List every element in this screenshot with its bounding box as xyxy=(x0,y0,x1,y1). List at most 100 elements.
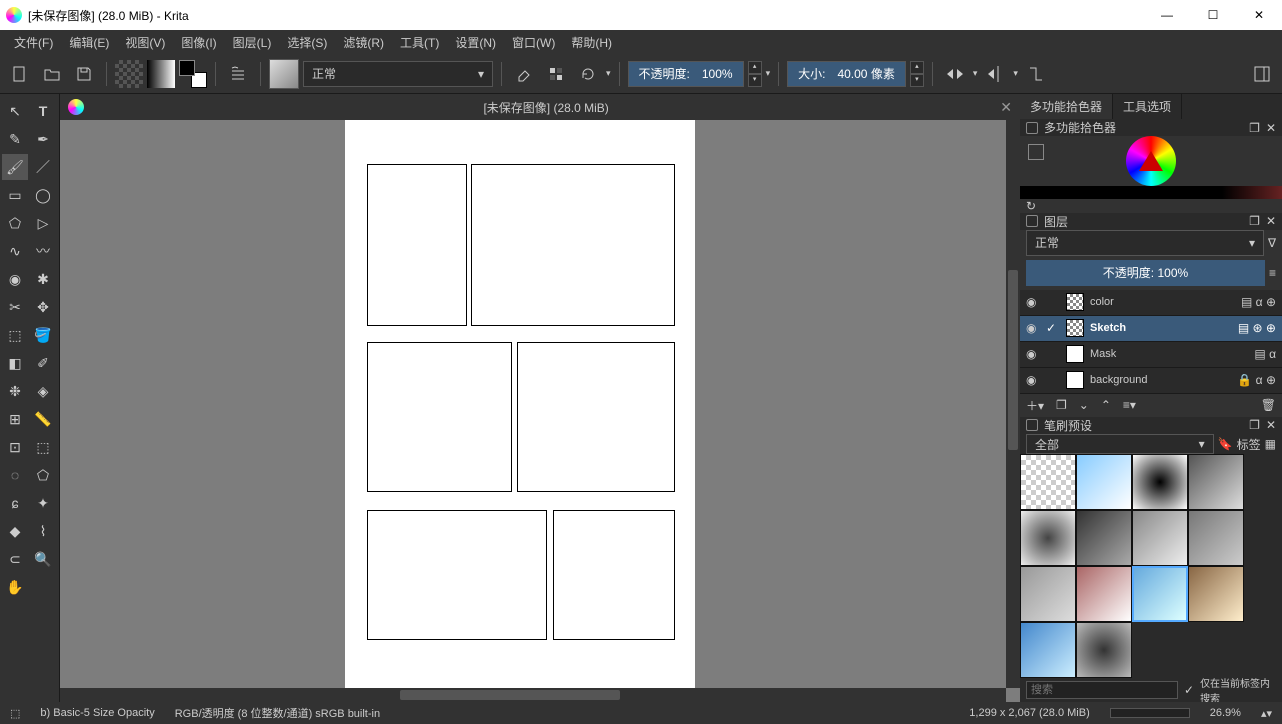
view-mode-icon[interactable]: ▦ xyxy=(1265,437,1276,451)
brush-preset[interactable] xyxy=(1020,566,1076,622)
pattern-tool[interactable]: ❉ xyxy=(2,378,28,404)
line-tool[interactable]: ／ xyxy=(30,154,56,180)
close-panel-icon[interactable]: ✕ xyxy=(1266,214,1276,228)
visibility-icon[interactable]: ◉ xyxy=(1026,347,1040,361)
menu-tools[interactable]: 工具(T) xyxy=(394,32,445,53)
assistant-tool[interactable]: ⊞ xyxy=(2,406,28,432)
brush-preset-thumb[interactable] xyxy=(269,59,299,89)
layer-row[interactable]: ◉ color ▤ α ⊕ xyxy=(1020,290,1282,316)
ellipse-select-tool[interactable]: ◌ xyxy=(2,462,28,488)
brush-preset[interactable] xyxy=(1076,566,1132,622)
pan-tool[interactable]: ✋ xyxy=(2,574,28,600)
zoom-spinner[interactable]: ▴▾ xyxy=(1261,707,1272,720)
checkbox-icon[interactable]: ✓ xyxy=(1184,683,1194,697)
fill-tool[interactable]: 🪣 xyxy=(30,322,56,348)
close-button[interactable]: ✕ xyxy=(1236,0,1282,30)
float-icon[interactable]: ❐ xyxy=(1249,418,1260,432)
close-panel-icon[interactable]: ✕ xyxy=(1266,418,1276,432)
checkbox-icon[interactable]: ✓ xyxy=(1046,321,1060,335)
move-up-icon[interactable]: ⌃ xyxy=(1101,398,1111,412)
chevron-down-icon[interactable]: ▾ xyxy=(766,68,771,79)
layer-blend-combo[interactable]: 正常▾ xyxy=(1026,230,1264,256)
pattern-swatch[interactable] xyxy=(115,60,143,88)
text-tool[interactable]: T xyxy=(30,98,56,124)
layer-row[interactable]: ◉ background 🔒 α ⊕ xyxy=(1020,368,1282,394)
delete-layer-icon[interactable]: 🗑 xyxy=(1261,398,1276,412)
move-tool[interactable]: ✥ xyxy=(30,294,56,320)
menu-settings[interactable]: 设置(N) xyxy=(449,32,502,53)
contiguous-select-tool[interactable]: ✦ xyxy=(30,490,56,516)
refresh-icon[interactable]: ↻ xyxy=(1026,199,1036,213)
layer-menu-icon[interactable]: ≡▾ xyxy=(1123,398,1136,412)
lock-icon[interactable] xyxy=(1026,419,1038,431)
chevron-down-icon[interactable]: ▾ xyxy=(606,68,611,79)
smart-fill-tool[interactable]: ◈ xyxy=(30,378,56,404)
layer-props-icon[interactable]: ▤ α xyxy=(1254,347,1276,361)
similar-select-tool[interactable]: ◆ xyxy=(2,518,28,544)
menu-help[interactable]: 帮助(H) xyxy=(565,32,618,53)
menu-layer[interactable]: 图层(L) xyxy=(227,32,278,53)
brush-tool[interactable]: 🖌 xyxy=(2,154,28,180)
visibility-icon[interactable]: ◉ xyxy=(1026,373,1040,387)
ellipse-tool[interactable]: ◯ xyxy=(30,182,56,208)
layer-row[interactable]: ◉ ✓ Sketch ▤ ⊛ ⊕ xyxy=(1020,316,1282,342)
brush-preset[interactable] xyxy=(1020,454,1076,510)
layer-props-icon[interactable]: ▤ α ⊕ xyxy=(1241,295,1276,309)
gradient-tool[interactable]: ◧ xyxy=(2,350,28,376)
brush-preset[interactable] xyxy=(1076,510,1132,566)
blend-mode-combo[interactable]: 正常▾ xyxy=(303,61,493,87)
bookmark-icon[interactable]: 🔖 xyxy=(1218,437,1233,451)
wrap-icon[interactable] xyxy=(1022,60,1050,88)
float-icon[interactable]: ❐ xyxy=(1249,121,1260,135)
brush-settings-icon[interactable] xyxy=(224,60,252,88)
edit-shape-tool[interactable]: ✎ xyxy=(2,126,28,152)
color-history[interactable] xyxy=(1020,186,1282,198)
fg-bg-swatch[interactable] xyxy=(179,60,207,88)
layer-opacity-slider[interactable]: 不透明度: 100% xyxy=(1026,260,1265,286)
workspace-icon[interactable] xyxy=(1248,60,1276,88)
tag-combo[interactable]: 全部▾ xyxy=(1026,434,1214,454)
polygon-select-tool[interactable]: ⬠ xyxy=(30,462,56,488)
menu-edit[interactable]: 编辑(E) xyxy=(63,32,115,53)
move-down-icon[interactable]: ⌄ xyxy=(1079,398,1089,412)
add-layer-icon[interactable]: ＋▾ xyxy=(1026,397,1044,414)
brush-preset[interactable] xyxy=(1188,510,1244,566)
bezier-tool[interactable]: ∿ xyxy=(2,238,28,264)
size-slider[interactable]: 大小: 40.00 像素 xyxy=(787,61,906,87)
chevron-down-icon[interactable]: ▾ xyxy=(1013,68,1018,79)
color-config-icon[interactable] xyxy=(1028,144,1044,160)
gradient-swatch[interactable] xyxy=(147,60,175,88)
brush-preset[interactable] xyxy=(1076,454,1132,510)
new-file-icon[interactable] xyxy=(6,60,34,88)
select-tool[interactable]: ↖ xyxy=(2,98,28,124)
color-wheel[interactable] xyxy=(1020,136,1282,186)
brush-preset[interactable] xyxy=(1188,454,1244,510)
brush-preset[interactable] xyxy=(1132,454,1188,510)
freehand-path-tool[interactable]: 〰 xyxy=(30,238,56,264)
rect-select-tool[interactable]: ⬚ xyxy=(30,434,56,460)
menu-window[interactable]: 窗口(W) xyxy=(506,32,561,53)
canvas-viewport[interactable] xyxy=(60,120,1020,702)
transform-tool[interactable]: ⬚ xyxy=(2,322,28,348)
menu-icon[interactable]: ≡ xyxy=(1269,266,1276,280)
freehand-select-tool[interactable]: ɕ xyxy=(2,490,28,516)
close-panel-icon[interactable]: ✕ xyxy=(1266,121,1276,135)
mirror-h-icon[interactable] xyxy=(941,60,969,88)
lock-icon[interactable] xyxy=(1026,215,1038,227)
mirror-v-icon[interactable] xyxy=(981,60,1009,88)
tab-tool-options[interactable]: 工具选项 xyxy=(1113,94,1182,119)
brush-preset[interactable] xyxy=(1188,566,1244,622)
chevron-down-icon[interactable]: ▾ xyxy=(973,68,978,79)
select-mode-icon[interactable]: ⬚ xyxy=(10,707,20,720)
maximize-button[interactable]: ☐ xyxy=(1190,0,1236,30)
layer-row[interactable]: ◉ Mask ▤ α xyxy=(1020,342,1282,368)
brush-preset[interactable] xyxy=(1020,510,1076,566)
horizontal-scrollbar[interactable] xyxy=(60,688,1006,702)
layer-props-icon[interactable]: ▤ ⊛ ⊕ xyxy=(1238,321,1276,335)
polyline-tool[interactable]: ▷ xyxy=(30,210,56,236)
alpha-lock-icon[interactable] xyxy=(542,60,570,88)
open-file-icon[interactable] xyxy=(38,60,66,88)
measure-tool[interactable]: 📏 xyxy=(30,406,56,432)
tab-color-picker[interactable]: 多功能拾色器 xyxy=(1020,94,1113,119)
rect-tool[interactable]: ▭ xyxy=(2,182,28,208)
